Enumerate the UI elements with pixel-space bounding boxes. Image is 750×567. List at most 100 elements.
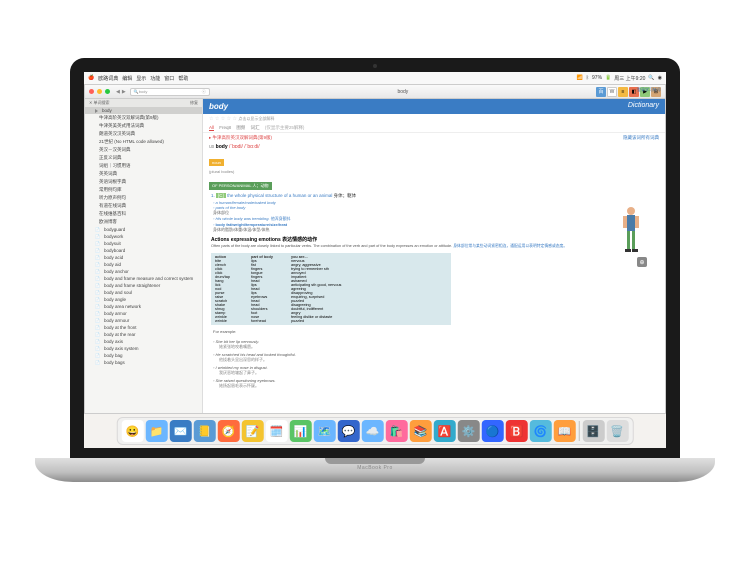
sidebar-dict-13[interactable]: 欧洲博客	[85, 218, 202, 226]
sidebar-word-16[interactable]: body axis	[85, 338, 202, 345]
for-example-label: For example:	[203, 327, 665, 336]
sidebar-dict-1[interactable]: 牛津英美英式用法词典	[85, 122, 202, 130]
sidebar-dict-4[interactable]: 英汉－汉英词典	[85, 146, 202, 154]
menu-help[interactable]: 帮助	[178, 75, 188, 82]
dock-item-3[interactable]: 📒	[194, 420, 216, 442]
clock[interactable]: 周三 上午9:20	[614, 75, 645, 82]
dock-item-13[interactable]: 🅰️	[434, 420, 456, 442]
maximize-icon[interactable]	[105, 89, 110, 94]
battery-icon[interactable]: 🔋	[605, 75, 611, 81]
dock-item-0[interactable]: 😀	[122, 420, 144, 442]
close-icon[interactable]	[89, 89, 94, 94]
sense-group-header: OF PERSON/ANIMAL 人；动物	[209, 182, 272, 190]
sidebar-word-2[interactable]: bodysuit	[85, 240, 202, 247]
sidebar-word-4[interactable]: body acid	[85, 254, 202, 261]
back-button[interactable]: ◀	[116, 89, 120, 95]
bluetooth-icon[interactable]: ᛒ	[586, 75, 589, 81]
sidebar-word-11[interactable]: body area network	[85, 303, 202, 310]
menu-edit[interactable]: 编辑	[122, 75, 132, 82]
dock-item-1[interactable]: 📁	[146, 420, 168, 442]
dock-item-10[interactable]: ☁️	[362, 420, 384, 442]
sidebar-dict-7[interactable]: 英英词典	[85, 170, 202, 178]
wifi-icon[interactable]: 📶	[577, 75, 583, 81]
sidebar-header: ✕ 单词搜索修复	[85, 99, 202, 107]
sidebar-word-7[interactable]: body and frame measure and correct syste…	[85, 275, 202, 282]
apple-menu-icon[interactable]: 🍎	[88, 75, 94, 81]
sidebar-word-14[interactable]: body at the front	[85, 324, 202, 331]
minimize-icon[interactable]	[97, 89, 102, 94]
entry-content[interactable]: body Dictionary ☆ ☆ ☆ ☆ ☆ 点击以显示全部解释 All …	[203, 99, 665, 413]
dock-item-14[interactable]: ⚙️	[458, 420, 480, 442]
sidebar-word-9[interactable]: body and soul	[85, 289, 202, 296]
sidebar-word-12[interactable]: body armor	[85, 310, 202, 317]
dictionary-window: 登录学习帐号 ◀ ▶ 🔍 bodyⓧ body 百 W	[84, 84, 666, 414]
sidebar-word-1[interactable]: bodywork	[85, 233, 202, 240]
sidebar-entry-body[interactable]: body	[85, 107, 202, 114]
dock-item-5[interactable]: 📝	[242, 420, 264, 442]
dock-item-2[interactable]: ✉️	[170, 420, 192, 442]
examples-icon[interactable]: ≡	[618, 87, 628, 97]
encyclopedia-icon[interactable]: 百	[596, 87, 606, 97]
sidebar-word-18[interactable]: body bag	[85, 352, 202, 359]
menu-window[interactable]: 窗口	[164, 75, 174, 82]
example-line: ◦ She bit her lip nervously.她紧张地咬着嘴唇。	[213, 338, 655, 351]
more-examples: ◦ She bit her lip nervously.她紧张地咬着嘴唇。◦ H…	[203, 336, 665, 392]
brand-text: Dictionary	[628, 102, 659, 111]
sidebar-dict-6[interactable]: 词组｜习惯用语	[85, 162, 202, 170]
body-illustration	[615, 205, 647, 255]
dock-item-18[interactable]: 📖	[554, 420, 576, 442]
window-titlebar: ◀ ▶ 🔍 bodyⓧ body 百 W ≡ ◧ ▶ ⊞	[85, 85, 665, 99]
dock-item-16[interactable]: 🅱️	[506, 420, 528, 442]
search-input[interactable]: 🔍 bodyⓧ	[130, 88, 210, 96]
sidebar[interactable]: ✕ 单词搜索修复 body 牛津高阶英汉双解词典(第9版)牛津英美英式用法词典朗…	[85, 99, 203, 413]
dock-item-12[interactable]: 📚	[410, 420, 432, 442]
dock-item-20[interactable]: 🗑️	[606, 420, 628, 442]
dock-item-8[interactable]: 🗺️	[314, 420, 336, 442]
star-icons: ☆ ☆ ☆ ☆ ☆ 点击以显示全部解释	[209, 116, 274, 122]
sidebar-dict-11[interactable]: 有道在线词典	[85, 202, 202, 210]
login-link[interactable]: 登录学习帐号	[637, 87, 661, 93]
emotion-box-subtitle: Often parts of the body are closely link…	[203, 244, 665, 251]
rating-row[interactable]: ☆ ☆ ☆ ☆ ☆ 点击以显示全部解释	[203, 114, 665, 124]
menu-view[interactable]: 显示	[136, 75, 146, 82]
sidebar-dict-5[interactable]: 正反义词典	[85, 154, 202, 162]
sidebar-word-3[interactable]: bodyboard	[85, 247, 202, 254]
spotlight-icon[interactable]: 🔍	[648, 75, 654, 81]
dock-item-6[interactable]: 🗓️	[266, 420, 288, 442]
hide-dict-link[interactable]: 隐藏该词所有词典	[623, 135, 659, 141]
dock-item-4[interactable]: 🧭	[218, 420, 240, 442]
menu-func[interactable]: 功能	[150, 75, 160, 82]
sidebar-word-13[interactable]: body armour	[85, 317, 202, 324]
forward-button[interactable]: ▶	[122, 89, 126, 95]
dock-item-7[interactable]: 📊	[290, 420, 312, 442]
sidebar-dict-0[interactable]: 牛津高阶英汉双解词典(第9版)	[85, 114, 202, 122]
siri-icon[interactable]: ◉	[658, 75, 662, 81]
sidebar-word-0[interactable]: bodyguard	[85, 226, 202, 233]
sidebar-dict-3[interactable]: 21世纪 (No HTML code allowed)	[85, 138, 202, 146]
dock-item-15[interactable]: 🔵	[482, 420, 504, 442]
dock-item-9[interactable]: 💬	[338, 420, 360, 442]
sidebar-word-19[interactable]: body bags	[85, 359, 202, 366]
sidebar-dict-10[interactable]: 听力原声例句	[85, 194, 202, 202]
sidebar-word-8[interactable]: body and frame straightener	[85, 282, 202, 289]
sidebar-dict-9[interactable]: 常用例句库	[85, 186, 202, 194]
sidebar-word-17[interactable]: body axis system	[85, 345, 202, 352]
sidebar-word-6[interactable]: body anchor	[85, 268, 202, 275]
sidebar-dict-2[interactable]: 朗道英汉汉英词典	[85, 130, 202, 138]
sidebar-word-5[interactable]: body aid	[85, 261, 202, 268]
sidebar-dict-8[interactable]: 英语词根字典	[85, 178, 202, 186]
dock-item-19[interactable]: 🗄️	[582, 420, 604, 442]
sidebar-dict-12[interactable]: 在线维基百科	[85, 210, 202, 218]
pos-tag: noun	[209, 159, 224, 166]
wiki-icon[interactable]: W	[607, 87, 617, 97]
sidebar-word-10[interactable]: body angle	[85, 296, 202, 303]
macos-dock[interactable]: 😀📁✉️📒🧭📝🗓️📊🗺️💬☁️🛍️📚🅰️⚙️🔵🅱️🌀📖 🗄️🗑️	[117, 417, 634, 445]
tab-freq: Freq8	[219, 125, 231, 130]
definition-1: 1. [C] the whole physical structure of a…	[203, 192, 665, 200]
zoom-icon[interactable]: ⊕	[637, 257, 647, 267]
app-name[interactable]: 欧路词典	[98, 75, 118, 82]
entry-tabs[interactable]: All Freq8 图频 词汇 (仅显示主要25解释)	[203, 124, 665, 133]
dock-item-11[interactable]: 🛍️	[386, 420, 408, 442]
sidebar-word-15[interactable]: body at the rear	[85, 331, 202, 338]
dock-item-17[interactable]: 🌀	[530, 420, 552, 442]
